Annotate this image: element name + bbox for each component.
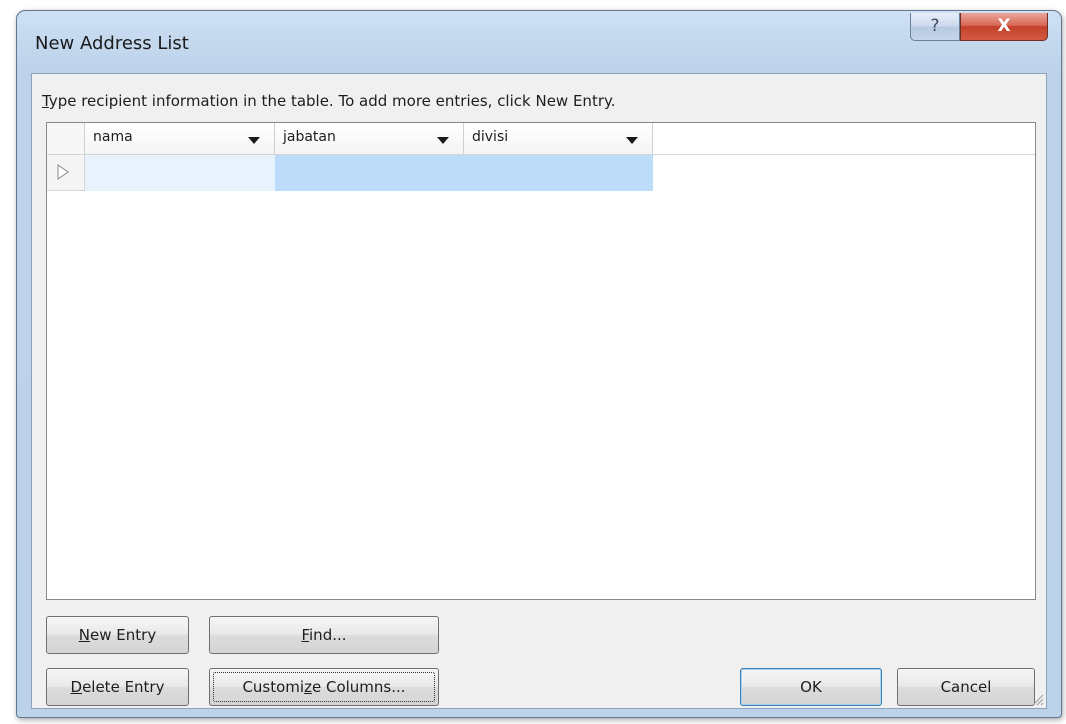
column-header-label: divisi (472, 129, 509, 145)
instruction-text: Type recipient information in the table.… (42, 92, 616, 110)
button-accelerator: z (304, 678, 312, 696)
close-icon: X (997, 16, 1011, 36)
instruction-rest: ype recipient information in the table. … (48, 92, 616, 110)
table-row (47, 155, 1035, 191)
column-header-jabatan[interactable]: jabatan (275, 123, 464, 154)
cell-jabatan[interactable] (275, 155, 464, 191)
column-header-label: nama (93, 129, 133, 145)
chevron-down-icon[interactable] (437, 137, 449, 144)
button-accelerator: F (301, 626, 310, 644)
column-header-label: jabatan (283, 129, 336, 145)
button-label-start: Customi (242, 678, 305, 696)
cell-divisi[interactable] (464, 155, 653, 191)
new-entry-button[interactable]: New Entry (46, 616, 189, 654)
column-header-nama[interactable]: nama (85, 123, 275, 154)
recipient-table[interactable]: nama jabatan divisi (46, 122, 1036, 600)
button-label: ind... (309, 626, 347, 644)
cell-nama[interactable] (85, 155, 275, 191)
help-button[interactable]: ? (910, 13, 960, 41)
title-bar[interactable]: New Address List ? X (17, 11, 1061, 71)
dialog-title: New Address List (35, 33, 189, 54)
ok-button[interactable]: OK (740, 668, 882, 706)
column-header-divisi[interactable]: divisi (464, 123, 653, 154)
table-corner-cell (47, 123, 85, 154)
button-accelerator: D (70, 678, 83, 696)
delete-entry-button[interactable]: Delete Entry (46, 668, 189, 706)
button-accelerator: N (78, 626, 91, 644)
chevron-down-icon[interactable] (626, 137, 638, 144)
button-label-end: e Columns... (311, 678, 406, 696)
close-button[interactable]: X (960, 13, 1048, 41)
find-button[interactable]: Find... (209, 616, 439, 654)
instruction-accelerator: T (42, 92, 49, 110)
cancel-button[interactable]: Cancel (897, 668, 1035, 706)
help-icon: ? (930, 16, 940, 36)
chevron-down-icon[interactable] (248, 137, 260, 144)
new-address-list-dialog: New Address List ? X Type recipient info… (16, 10, 1062, 718)
row-selector[interactable] (47, 155, 85, 191)
row-pointer-icon (57, 164, 69, 180)
dialog-body: Type recipient information in the table.… (31, 73, 1047, 709)
button-label: ew Entry (90, 626, 157, 644)
button-label: elete Entry (82, 678, 165, 696)
table-header: nama jabatan divisi (47, 123, 1035, 155)
resize-grip-icon[interactable] (1030, 692, 1044, 706)
customize-columns-button[interactable]: Customize Columns... (209, 668, 439, 706)
